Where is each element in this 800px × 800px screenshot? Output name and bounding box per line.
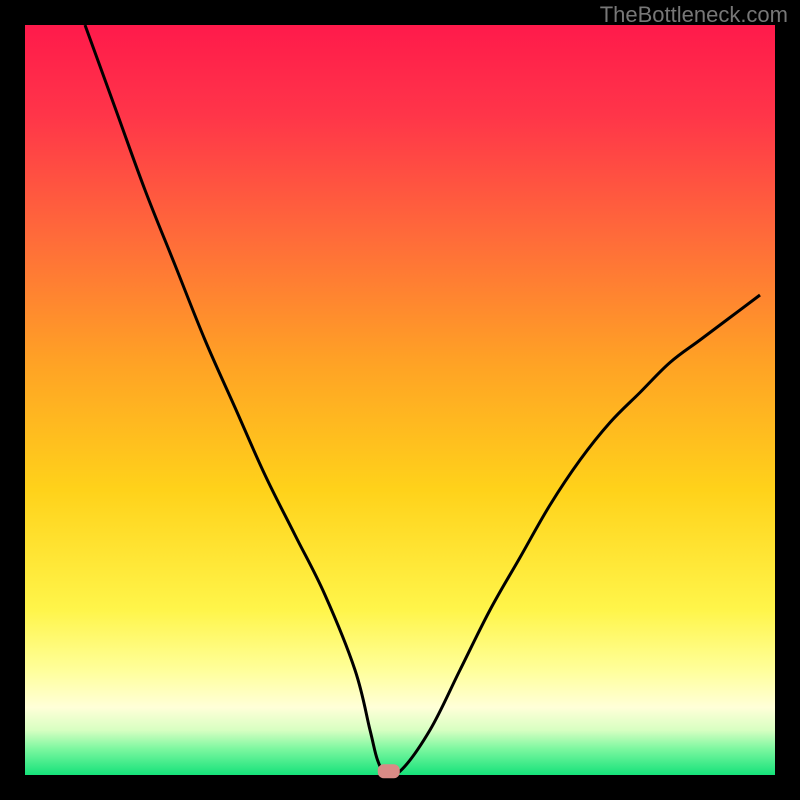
- bottleneck-chart: [0, 0, 800, 800]
- plot-background: [25, 25, 775, 775]
- minimum-marker: [378, 764, 400, 778]
- chart-container: TheBottleneck.com: [0, 0, 800, 800]
